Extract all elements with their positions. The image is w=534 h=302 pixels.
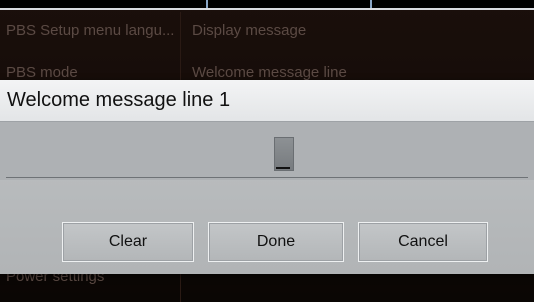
dialog-title-bar: Welcome message line 1 [0, 80, 534, 122]
clear-button[interactable]: Clear [62, 222, 194, 262]
menu-item-display-message[interactable]: Display message [192, 22, 306, 39]
top-bar-marker [370, 0, 372, 8]
tv-screen: PBS Setup menu langu... PBS mode Power s… [0, 0, 534, 302]
top-bar-marker [206, 0, 208, 8]
text-cursor[interactable] [274, 137, 294, 171]
done-button[interactable]: Done [208, 222, 344, 262]
cancel-button[interactable]: Cancel [358, 222, 488, 262]
input-underline [6, 177, 528, 178]
dialog-title: Welcome message line 1 [7, 89, 231, 111]
menu-item-welcome-message-line[interactable]: Welcome message line [192, 64, 347, 81]
menu-item-pbs-setup-menu-language[interactable]: PBS Setup menu langu... [6, 22, 176, 39]
cursor-underline [276, 167, 290, 169]
menu-item-pbs-mode[interactable]: PBS mode [6, 64, 176, 81]
text-input-area[interactable] [0, 122, 534, 180]
top-bar-line [0, 8, 534, 10]
